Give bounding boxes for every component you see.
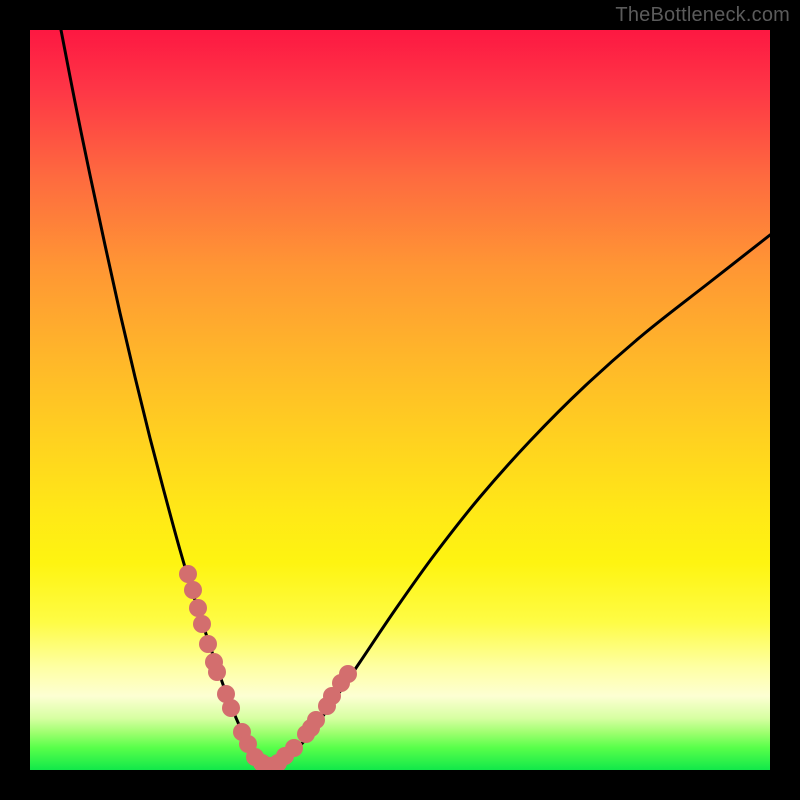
plot-area [30,30,770,770]
marker-dot [189,599,207,617]
marker-dot [193,615,211,633]
bottleneck-curve [61,30,770,768]
chart-frame: TheBottleneck.com [0,0,800,800]
chart-svg [30,30,770,770]
marker-dot [208,663,226,681]
marker-dot [184,581,202,599]
marker-dot [285,739,303,757]
curve-markers [179,565,357,770]
marker-dot [222,699,240,717]
marker-dot [339,665,357,683]
marker-dot [307,711,325,729]
watermark-text: TheBottleneck.com [615,4,790,27]
curve-left [61,30,270,768]
marker-dot [179,565,197,583]
marker-dot [199,635,217,653]
